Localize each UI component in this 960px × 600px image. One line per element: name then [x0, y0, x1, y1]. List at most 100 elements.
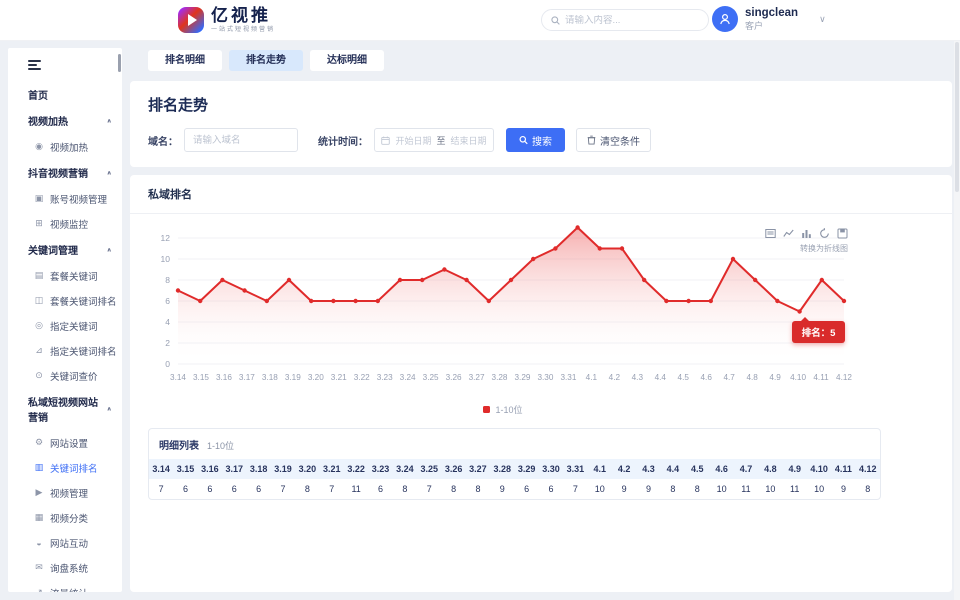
svg-text:3.15: 3.15: [193, 373, 209, 382]
chart-toolbox: 转换为折线图: [765, 228, 848, 254]
chart-legend[interactable]: 1-10位: [148, 403, 858, 416]
table-value-cell: 7: [271, 479, 295, 499]
chevron-up-icon: ∧: [106, 117, 112, 123]
table-value-cell: 9: [636, 479, 660, 499]
table-value-cell: 8: [685, 479, 709, 499]
svg-text:3.16: 3.16: [216, 373, 232, 382]
table-value-cell: 6: [222, 479, 246, 499]
sidebar-item[interactable]: ⚙网站设置: [8, 430, 122, 455]
data-view-icon[interactable]: [765, 228, 776, 239]
user-menu[interactable]: singclean 客户 ∨: [712, 6, 826, 32]
svg-text:4.12: 4.12: [836, 373, 852, 382]
keyword-price-icon: ⊙: [34, 370, 44, 381]
global-search[interactable]: [541, 9, 709, 31]
sidebar-scrollbar[interactable]: [118, 54, 121, 72]
sidebar-item[interactable]: ◉视频加热: [8, 134, 122, 159]
save-image-icon[interactable]: [837, 228, 848, 239]
ranking-panel: 私域排名 转换为折线图 0246810123.143.153.163.173.1…: [130, 175, 952, 592]
site-interact-icon: ◒: [34, 538, 44, 548]
table-date-cell: 3.31: [563, 459, 587, 479]
sidebar-item-label: 指定关键词排名: [50, 344, 117, 358]
sidebar-item[interactable]: ↗流量统计: [8, 580, 122, 592]
window-scrollbar[interactable]: [954, 0, 960, 600]
sidebar-item[interactable]: ⊙ 关键词查价: [8, 363, 122, 388]
clear-filters-button[interactable]: 清空条件: [576, 128, 651, 152]
svg-text:4.2: 4.2: [609, 373, 621, 382]
sidebar-item-label: 关键词排名: [50, 461, 98, 475]
sidebar-item[interactable]: ◎指定关键词: [8, 313, 122, 338]
svg-text:4.1: 4.1: [586, 373, 598, 382]
sidebar-group-2[interactable]: 关键词管理∧: [8, 236, 122, 263]
svg-text:4.6: 4.6: [701, 373, 713, 382]
svg-text:4: 4: [165, 317, 170, 327]
line-chart-icon[interactable]: [783, 228, 794, 239]
sidebar-item-label: 视频监控: [50, 217, 88, 231]
domain-input[interactable]: [184, 128, 298, 152]
table-value-cell: 6: [246, 479, 270, 499]
sidebar-item[interactable]: ✉询盘系统: [8, 555, 122, 580]
svg-text:12: 12: [161, 233, 171, 243]
chart-area: 转换为折线图 0246810123.143.153.163.173.183.19…: [130, 214, 860, 416]
search-button[interactable]: 搜索: [506, 128, 565, 152]
table-value-cell: 8: [393, 479, 417, 499]
main-content: 排名明细排名走势达标明细 排名走势 域名： 统计时间： 开始日期 至 结束日期 …: [130, 48, 952, 592]
table-value-cell: 9: [490, 479, 514, 499]
user-icon: [718, 12, 732, 26]
table-date-cell: 4.3: [636, 459, 660, 479]
sidebar-item[interactable]: ▣账号视频管理: [8, 186, 122, 211]
sidebar-item-label: 询盘系统: [50, 561, 88, 575]
sidebar-group-3[interactable]: 私域短视频网站营销∧: [8, 388, 122, 430]
tab-2[interactable]: 达标明细: [310, 50, 384, 71]
sidebar-group-0[interactable]: 视频加热∧: [8, 107, 122, 134]
logo: 亿视推 一站式短视频营销: [178, 7, 275, 33]
tab-1[interactable]: 排名走势: [229, 50, 303, 71]
table-date-cell: 4.9: [783, 459, 807, 479]
domain-label: 域名：: [148, 133, 178, 148]
table-date-cell: 4.10: [807, 459, 831, 479]
window-scrollbar-thumb[interactable]: [955, 42, 959, 192]
restore-icon[interactable]: [819, 228, 830, 239]
table-date-cell: 3.28: [490, 459, 514, 479]
sidebar-item-home[interactable]: 首页: [8, 82, 122, 107]
table-value-cell: 8: [661, 479, 685, 499]
sidebar-item[interactable]: ⊞视频监控: [8, 211, 122, 236]
sidebar-item[interactable]: ▤套餐关键词: [8, 263, 122, 288]
svg-text:4.10: 4.10: [790, 373, 806, 382]
table-date-cell: 3.16: [198, 459, 222, 479]
menu-collapse-icon[interactable]: [28, 60, 41, 70]
assigned-keyword-icon: ◎: [34, 320, 44, 331]
svg-text:3.25: 3.25: [423, 373, 439, 382]
sidebar-menu: 视频加热∧◉视频加热抖音视频营销∧▣账号视频管理⊞视频监控关键词管理∧▤套餐关键…: [8, 107, 122, 592]
sidebar-item[interactable]: ▥关键词排名: [8, 455, 122, 480]
svg-text:3.21: 3.21: [331, 373, 347, 382]
table-date-cell: 4.12: [856, 459, 880, 479]
bar-chart-icon[interactable]: [801, 228, 812, 239]
sidebar-item[interactable]: ▶ 视频管理: [8, 480, 122, 505]
global-search-input[interactable]: [565, 15, 699, 26]
tab-0[interactable]: 排名明细: [148, 50, 222, 71]
sidebar-item-label: 关键词查价: [50, 369, 98, 383]
page-title: 排名走势: [148, 94, 934, 115]
table-value-cell: 11: [344, 479, 368, 499]
svg-text:6: 6: [165, 296, 170, 306]
table-date-cell: 3.26: [441, 459, 465, 479]
table-date-cell: 4.8: [758, 459, 782, 479]
svg-text:3.28: 3.28: [492, 373, 508, 382]
video-manage-icon: ▶: [34, 487, 44, 498]
detail-table-title: 明细列表: [159, 437, 199, 452]
panel-title: 私域排名: [130, 175, 952, 214]
ranking-line-chart[interactable]: 0246810123.143.153.163.173.183.193.203.2…: [148, 224, 858, 396]
chart-tooltip: 排名：5: [792, 321, 846, 343]
date-range-input[interactable]: 开始日期 至 结束日期: [374, 128, 494, 152]
svg-text:4.8: 4.8: [746, 373, 758, 382]
sidebar-item[interactable]: ◫套餐关键词排名: [8, 288, 122, 313]
package-keyword-rank-icon: ◫: [34, 295, 44, 306]
table-date-cell: 4.5: [685, 459, 709, 479]
sidebar-item-label: 视频管理: [50, 486, 88, 500]
table-value-cell: 7: [149, 479, 173, 499]
sidebar-item[interactable]: ▦视频分类: [8, 505, 122, 530]
sidebar-item[interactable]: ⊿指定关键词排名: [8, 338, 122, 363]
sidebar-group-1[interactable]: 抖音视频营销∧: [8, 159, 122, 186]
avatar: [712, 6, 738, 32]
sidebar-item[interactable]: ◒网站互动: [8, 530, 122, 555]
